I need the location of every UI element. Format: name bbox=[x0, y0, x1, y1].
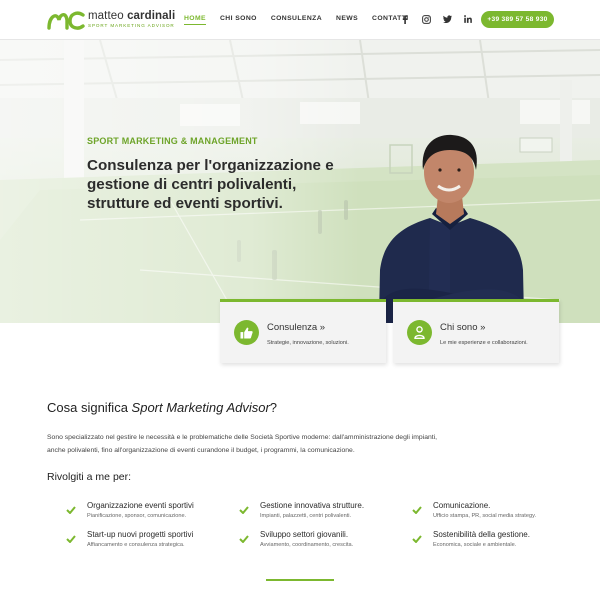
phone-button[interactable]: +39 389 57 58 930 bbox=[481, 11, 554, 28]
services-title: Rivolgiti a me per: bbox=[47, 471, 132, 483]
card-title: Chi sono » bbox=[440, 322, 486, 333]
user-icon bbox=[407, 320, 432, 345]
instagram-icon[interactable] bbox=[421, 14, 431, 24]
hero-banner: SPORT MARKETING & MANAGEMENT Consulenza … bbox=[0, 40, 600, 323]
check-icon bbox=[412, 535, 422, 543]
card-subtitle: Le mie esperienze e collaborazioni. bbox=[440, 340, 528, 346]
nav-consulenza[interactable]: CONSULENZA bbox=[271, 15, 322, 25]
check-icon bbox=[66, 506, 76, 514]
site-header: matteo cardinali SPORT MARKETING ADVISOR… bbox=[0, 0, 600, 40]
logo-mark-icon bbox=[47, 11, 85, 30]
nav-chi-sono[interactable]: CHI SONO bbox=[220, 15, 257, 25]
hero-kicker: SPORT MARKETING & MANAGEMENT bbox=[87, 136, 258, 146]
section-title: Cosa significa Sport Marketing Advisor? bbox=[47, 400, 278, 415]
chi-sono-card[interactable]: Chi sono » Le mie esperienze e collabora… bbox=[393, 299, 559, 363]
facebook-icon[interactable] bbox=[400, 14, 410, 24]
twitter-icon[interactable] bbox=[442, 14, 452, 24]
main-nav: HOME CHI SONO CONSULENZA NEWS CONTATTI bbox=[184, 15, 423, 25]
nav-news[interactable]: NEWS bbox=[336, 15, 358, 25]
logo-tagline: SPORT MARKETING ADVISOR bbox=[88, 22, 175, 28]
check-icon bbox=[239, 506, 249, 514]
social-links bbox=[400, 14, 484, 24]
thumbs-up-icon bbox=[234, 320, 259, 345]
card-title: Consulenza » bbox=[267, 322, 326, 333]
nav-home[interactable]: HOME bbox=[184, 15, 206, 25]
check-icon bbox=[412, 506, 422, 514]
check-icon bbox=[239, 535, 249, 543]
portrait-photo bbox=[378, 134, 525, 323]
consulenza-card[interactable]: Consulenza » Strategie, innovazione, sol… bbox=[220, 299, 386, 363]
logo-name: matteo cardinali bbox=[88, 10, 176, 23]
card-subtitle: Strategie, innovazione, soluzioni. bbox=[267, 340, 349, 346]
check-icon bbox=[66, 535, 76, 543]
intro-paragraph: Sono specializzato nel gestire le necess… bbox=[47, 434, 438, 454]
section-divider bbox=[266, 579, 334, 581]
linkedin-icon[interactable] bbox=[463, 14, 473, 24]
hero-headline: Consulenza per l'organizzazione e gestio… bbox=[87, 157, 334, 212]
logo[interactable]: matteo cardinali SPORT MARKETING ADVISOR bbox=[47, 9, 175, 31]
